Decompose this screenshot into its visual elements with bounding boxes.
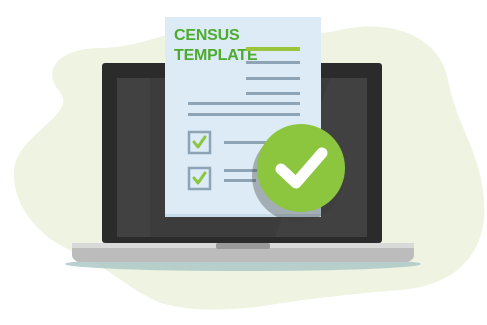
document-accent-line (246, 47, 300, 51)
document-line (188, 113, 300, 116)
document-title-line1: CENSUS (174, 27, 240, 44)
laptop-notch (216, 243, 270, 249)
document-line (188, 102, 300, 105)
document-line (246, 92, 300, 95)
screen-reflection (117, 78, 150, 237)
document-line (224, 179, 256, 182)
document-line (246, 61, 300, 64)
badge-circle (257, 124, 345, 212)
census-illustration: CENSUS TEMPLATE (13, 17, 485, 310)
document-line (246, 77, 300, 80)
document-title-line2: TEMPLATE (174, 47, 258, 64)
